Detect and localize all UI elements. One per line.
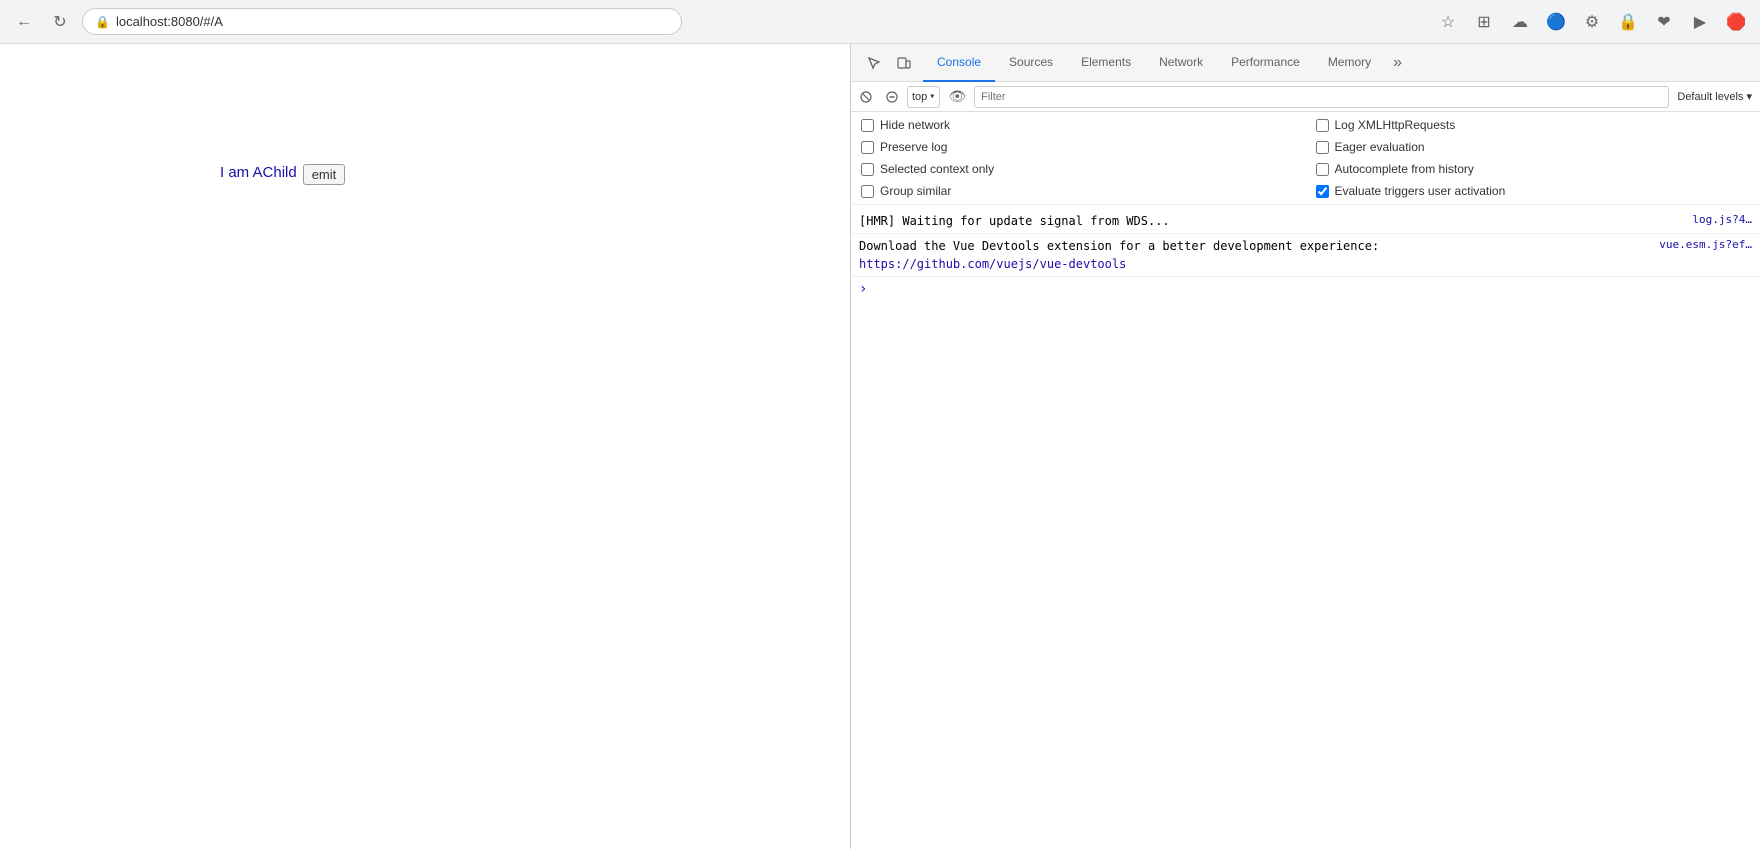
selected-context-label: Selected context only: [880, 162, 994, 176]
autocomplete-history-input[interactable]: [1316, 163, 1329, 176]
tab-network[interactable]: Network: [1145, 44, 1217, 82]
console-line-1-text: [HMR] Waiting for update signal from WDS…: [859, 214, 1170, 228]
selected-context-checkbox[interactable]: Selected context only: [861, 160, 1296, 178]
browser-toolbar: ← ↻ 🔒 localhost:8080/#/A ☆ ⊞ ☁ 🔵 ⚙ 🔒 ❤ ▶…: [0, 0, 1760, 44]
log-xmlhttprequests-label: Log XMLHttpRequests: [1335, 118, 1456, 132]
evaluate-triggers-input[interactable]: [1316, 185, 1329, 198]
console-filter-input[interactable]: [974, 86, 1669, 108]
evaluate-triggers-checkbox[interactable]: Evaluate triggers user activation: [1316, 182, 1751, 200]
extension-icon-1[interactable]: ⊞: [1470, 8, 1498, 36]
tab-elements[interactable]: Elements: [1067, 44, 1145, 82]
group-similar-checkbox[interactable]: Group similar: [861, 182, 1296, 200]
selected-context-input[interactable]: [861, 163, 874, 176]
inspect-element-icon[interactable]: [861, 50, 887, 76]
live-expression-icon[interactable]: 👁: [944, 88, 970, 105]
more-tabs-button[interactable]: »: [1385, 54, 1410, 72]
console-input-prompt[interactable]: ›: [851, 277, 1760, 301]
console-line-2: Download the Vue Devtools extension for …: [851, 234, 1760, 277]
devtools-tabs-row: Console Sources Elements Network Perform…: [851, 44, 1760, 82]
bookmark-icon[interactable]: ☆: [1434, 8, 1462, 36]
default-levels-dropdown[interactable]: Default levels ▾: [1673, 90, 1756, 103]
eager-evaluation-checkbox[interactable]: Eager evaluation: [1316, 138, 1751, 156]
autocomplete-history-label: Autocomplete from history: [1335, 162, 1474, 176]
console-output: [HMR] Waiting for update signal from WDS…: [851, 205, 1760, 849]
chevron-down-icon: ▾: [929, 91, 935, 102]
eager-evaluation-input[interactable]: [1316, 141, 1329, 154]
eager-evaluation-label: Eager evaluation: [1335, 140, 1425, 154]
tab-sources[interactable]: Sources: [995, 44, 1067, 82]
tab-console[interactable]: Console: [923, 44, 995, 82]
devtools-tabs: Console Sources Elements Network Perform…: [923, 44, 1756, 82]
autocomplete-history-checkbox[interactable]: Autocomplete from history: [1316, 160, 1751, 178]
hide-network-label: Hide network: [880, 118, 950, 132]
main-area: I am AChild emit Console: [0, 44, 1760, 849]
hide-network-input[interactable]: [861, 119, 874, 132]
devtools-checkboxes: Hide network Log XMLHttpRequests Preserv…: [851, 112, 1760, 205]
page-content: I am AChild emit: [0, 44, 850, 849]
console-line-2-text: Download the Vue Devtools extension for …: [859, 239, 1379, 271]
address-bar[interactable]: 🔒 localhost:8080/#/A: [82, 8, 682, 35]
clear-console-icon[interactable]: [881, 86, 903, 108]
preserve-log-label: Preserve log: [880, 140, 947, 154]
console-line-2-content: Download the Vue Devtools extension for …: [859, 237, 1659, 273]
group-similar-label: Group similar: [880, 184, 951, 198]
back-button[interactable]: ←: [10, 8, 38, 36]
console-line-1: [HMR] Waiting for update signal from WDS…: [851, 209, 1760, 234]
extension-icon-8[interactable]: 🛑: [1722, 8, 1750, 36]
address-text: localhost:8080/#/A: [116, 14, 223, 29]
console-line-1-source[interactable]: log.js?4…: [1692, 212, 1752, 229]
preserve-log-checkbox[interactable]: Preserve log: [861, 138, 1296, 156]
default-levels-label: Default levels ▾: [1677, 90, 1752, 103]
browser-toolbar-icons: ☆ ⊞ ☁ 🔵 ⚙ 🔒 ❤ ▶ 🛑: [1434, 8, 1750, 36]
group-similar-input[interactable]: [861, 185, 874, 198]
tab-memory[interactable]: Memory: [1314, 44, 1385, 82]
extension-icon-7[interactable]: ▶: [1686, 8, 1714, 36]
devtools-toolbar2: top ▾ 👁 Default levels ▾: [851, 82, 1760, 112]
context-select-value: top: [912, 91, 927, 103]
extension-icon-4[interactable]: ⚙: [1578, 8, 1606, 36]
evaluate-triggers-label: Evaluate triggers user activation: [1335, 184, 1506, 198]
extension-icon-6[interactable]: ❤: [1650, 8, 1678, 36]
tab-performance[interactable]: Performance: [1217, 44, 1314, 82]
console-line-2-source[interactable]: vue.esm.js?ef…: [1659, 237, 1752, 254]
devtools-left-icons: [855, 50, 923, 76]
console-line-1-content: [HMR] Waiting for update signal from WDS…: [859, 212, 1692, 230]
hide-network-checkbox[interactable]: Hide network: [861, 116, 1296, 134]
preserve-log-input[interactable]: [861, 141, 874, 154]
emit-button[interactable]: emit: [303, 164, 346, 185]
page-main-text: I am AChild: [220, 164, 297, 181]
log-xmlhttprequests-input[interactable]: [1316, 119, 1329, 132]
extension-icon-2[interactable]: ☁: [1506, 8, 1534, 36]
stop-messages-icon[interactable]: [855, 86, 877, 108]
context-selector[interactable]: top ▾: [907, 86, 940, 108]
log-xmlhttprequests-checkbox[interactable]: Log XMLHttpRequests: [1316, 116, 1751, 134]
device-toggle-icon[interactable]: [891, 50, 917, 76]
devtools-panel: Console Sources Elements Network Perform…: [850, 44, 1760, 849]
extension-icon-5[interactable]: 🔒: [1614, 8, 1642, 36]
vue-devtools-link[interactable]: https://github.com/vuejs/vue-devtools: [859, 257, 1126, 271]
extension-icon-3[interactable]: 🔵: [1542, 8, 1570, 36]
reload-button[interactable]: ↻: [46, 8, 74, 36]
